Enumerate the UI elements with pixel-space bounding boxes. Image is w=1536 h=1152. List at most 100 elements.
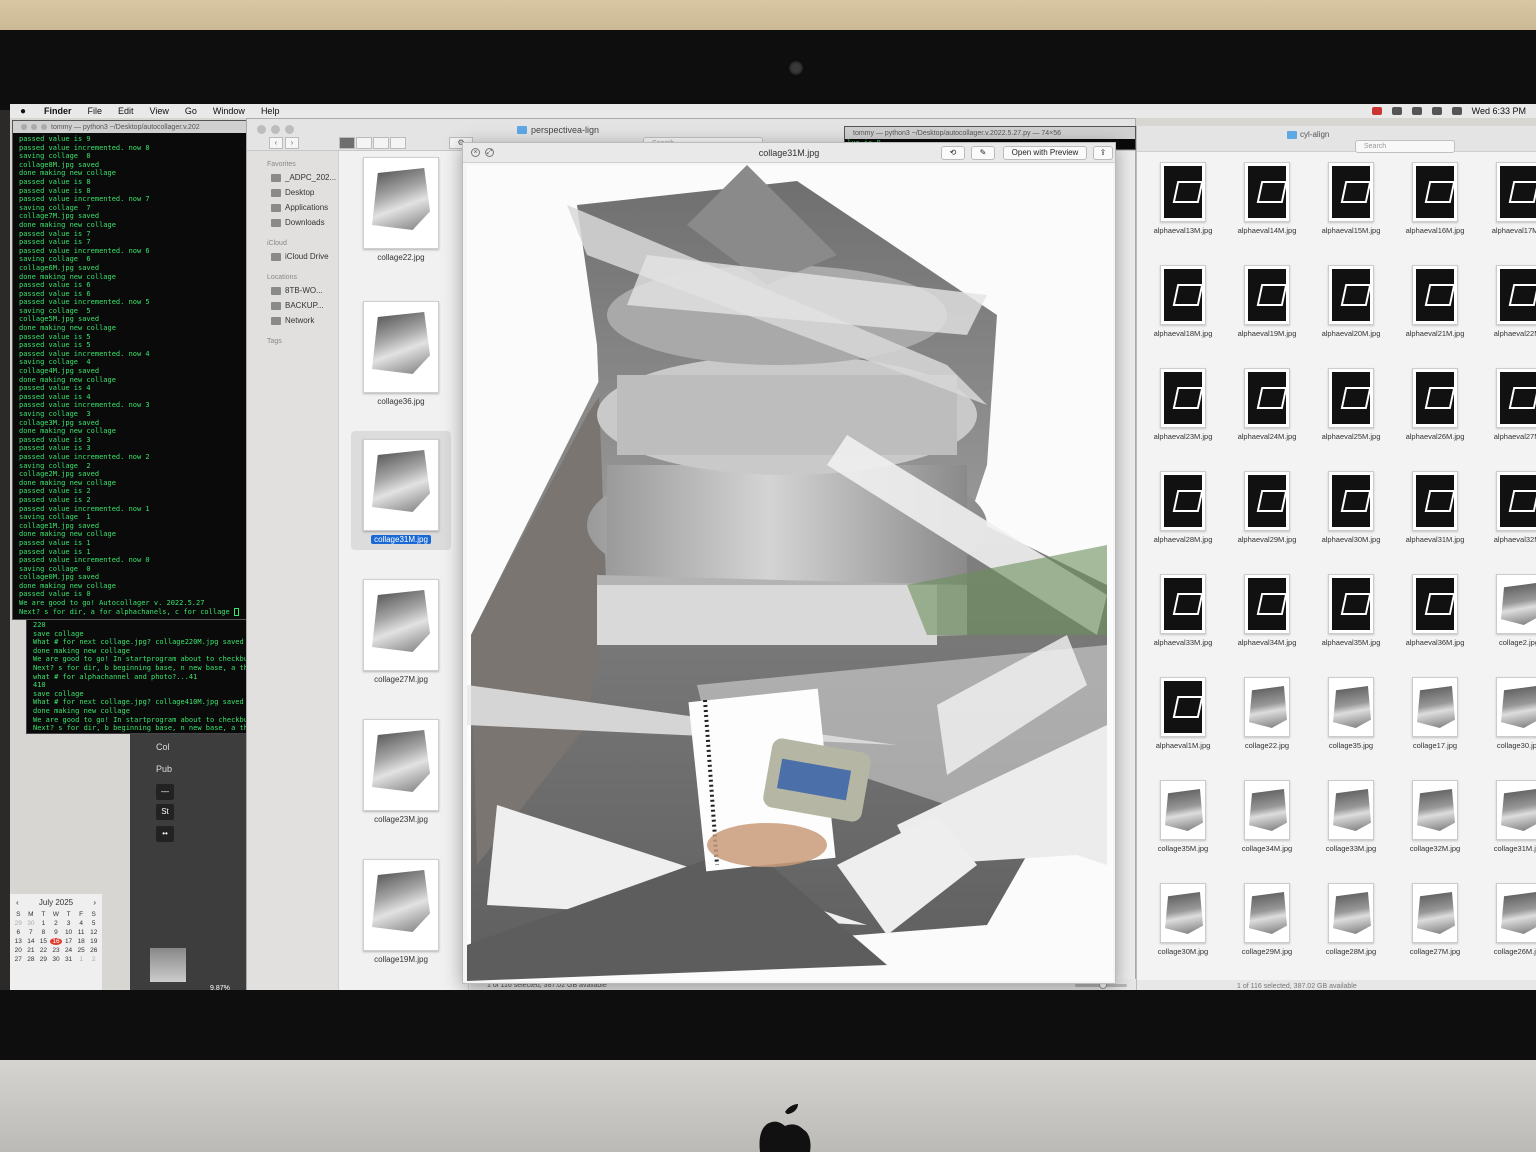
file-tile[interactable]: collage28M.jpg bbox=[1311, 883, 1391, 956]
calendar-day[interactable]: 23 bbox=[50, 947, 63, 954]
file-tile[interactable]: alphaeval36M.jpg bbox=[1395, 574, 1475, 647]
file-tile[interactable]: alphaeval30M.jpg bbox=[1311, 471, 1391, 544]
calendar-day[interactable]: 15 bbox=[37, 938, 50, 945]
menu-file[interactable]: File bbox=[80, 106, 111, 116]
calendar-day[interactable]: 16 bbox=[49, 938, 63, 945]
menubar-clock[interactable]: Wed 6:33 PM bbox=[1472, 106, 1526, 116]
file-tile[interactable]: alphaeval33M.jpg bbox=[1143, 574, 1223, 647]
file-tile[interactable]: alphaeval28M.jpg bbox=[1143, 471, 1223, 544]
calendar-day[interactable]: 24 bbox=[62, 947, 75, 954]
calendar-day[interactable]: 19 bbox=[87, 938, 100, 945]
calendar-day[interactable]: 18 bbox=[75, 938, 88, 945]
calendar-day[interactable]: 21 bbox=[25, 947, 38, 954]
open-with-preview-button[interactable]: Open with Preview bbox=[1003, 146, 1087, 160]
file-item[interactable]: collage27M.jpg bbox=[351, 579, 451, 684]
file-tile[interactable]: collage2.jpg bbox=[1479, 574, 1536, 647]
file-tile[interactable]: alphaeval24M.jpg bbox=[1227, 368, 1307, 441]
file-tile[interactable]: alphaeval26M.jpg bbox=[1395, 368, 1475, 441]
calendar-day[interactable]: 1 bbox=[75, 956, 88, 963]
panel-row-col[interactable]: Col bbox=[156, 742, 170, 752]
calendar-day[interactable]: 22 bbox=[37, 947, 50, 954]
file-tile[interactable]: alphaeval19M.jpg bbox=[1227, 265, 1307, 338]
calendar-day[interactable]: 25 bbox=[75, 947, 88, 954]
calendar-day[interactable]: 4 bbox=[75, 920, 88, 927]
file-tile[interactable]: alphaeval20M.jpg bbox=[1311, 265, 1391, 338]
minimize-icon[interactable] bbox=[271, 125, 280, 134]
calendar-next-icon[interactable]: › bbox=[93, 898, 96, 907]
zoom-icon[interactable] bbox=[285, 125, 294, 134]
sidebar-item-downloads[interactable]: Downloads bbox=[247, 215, 338, 230]
file-tile[interactable]: collage30.jpg bbox=[1479, 677, 1536, 750]
file-tile[interactable]: alphaeval27M.j bbox=[1479, 368, 1536, 441]
file-item[interactable]: collage19M.jpg bbox=[351, 859, 451, 964]
sidebar-item-backup[interactable]: BACKUP... bbox=[247, 298, 338, 313]
calendar-day[interactable]: 13 bbox=[12, 938, 25, 945]
file-tile[interactable]: alphaeval15M.jpg bbox=[1311, 162, 1391, 235]
close-icon[interactable] bbox=[21, 124, 27, 130]
layer-thumbnail[interactable] bbox=[150, 948, 186, 982]
calendar-day[interactable]: 30 bbox=[50, 956, 63, 963]
file-tile[interactable]: alphaeval21M.jpg bbox=[1395, 265, 1475, 338]
column-view-icon[interactable] bbox=[373, 137, 389, 149]
file-tile[interactable]: alphaeval1M.jpg bbox=[1143, 677, 1223, 750]
file-tile[interactable]: collage32M.jpg bbox=[1395, 780, 1475, 853]
file-tile[interactable]: collage33M.jpg bbox=[1311, 780, 1391, 853]
zoom-icon[interactable] bbox=[41, 124, 47, 130]
calendar-day[interactable]: 29 bbox=[12, 920, 25, 927]
file-item[interactable]: collage36.jpg bbox=[351, 301, 451, 406]
search-input[interactable]: Search bbox=[1355, 140, 1455, 153]
calendar-day[interactable]: 29 bbox=[37, 956, 50, 963]
display-icon[interactable] bbox=[1391, 107, 1402, 115]
calendar-day[interactable]: 10 bbox=[62, 929, 75, 936]
calendar-day[interactable]: 6 bbox=[12, 929, 25, 936]
file-tile[interactable]: alphaeval25M.jpg bbox=[1311, 368, 1391, 441]
calendar-day[interactable]: 31 bbox=[62, 956, 75, 963]
calendar-day[interactable]: 2 bbox=[87, 956, 100, 963]
file-tile[interactable]: alphaeval23M.jpg bbox=[1143, 368, 1223, 441]
calendar-day[interactable]: 3 bbox=[62, 920, 75, 927]
markup-icon[interactable]: ✎ bbox=[971, 146, 995, 160]
file-tile[interactable]: collage22.jpg bbox=[1227, 677, 1307, 750]
minimize-icon[interactable] bbox=[31, 124, 37, 130]
sidebar-item-adpc[interactable]: _ADPC_202... bbox=[247, 170, 338, 185]
flickr-icon[interactable]: •• bbox=[156, 826, 174, 842]
file-tile[interactable]: collage31M.jpg bbox=[1479, 780, 1536, 853]
file-item-selected[interactable]: collage31M.jpg bbox=[351, 431, 451, 550]
file-tile[interactable]: alphaeval35M.jpg bbox=[1311, 574, 1391, 647]
file-tile[interactable]: alphaeval31M.jpg bbox=[1395, 471, 1475, 544]
menu-window[interactable]: Window bbox=[205, 106, 253, 116]
calendar-day[interactable]: 30 bbox=[25, 920, 38, 927]
menu-app-name[interactable]: Finder bbox=[36, 106, 80, 116]
panel-row-pub[interactable]: Pub bbox=[156, 764, 172, 774]
sidebar-item-desktop[interactable]: Desktop bbox=[247, 185, 338, 200]
calendar-day[interactable]: 14 bbox=[25, 938, 38, 945]
calendar-day[interactable]: 26 bbox=[87, 947, 100, 954]
icon-size-slider[interactable] bbox=[1075, 981, 1127, 989]
wifi-icon[interactable] bbox=[1431, 107, 1442, 115]
terminal-window-main[interactable]: tommy — python3 ~/Desktop/autocollager.v… bbox=[12, 120, 258, 620]
file-tile[interactable]: collage35.jpg bbox=[1311, 677, 1391, 750]
sidebar-item-8tb[interactable]: 8TB-WO... bbox=[247, 283, 338, 298]
icon-view-icon[interactable] bbox=[339, 137, 355, 149]
file-tile[interactable]: alphaeval18M.jpg bbox=[1143, 265, 1223, 338]
sidebar-item-icloud-drive[interactable]: iCloud Drive bbox=[247, 249, 338, 264]
file-tile[interactable]: alphaeval16M.jpg bbox=[1395, 162, 1475, 235]
share-icon[interactable]: ⇪ bbox=[1093, 146, 1113, 160]
file-tile[interactable]: collage29M.jpg bbox=[1227, 883, 1307, 956]
file-tile[interactable]: collage34M.jpg bbox=[1227, 780, 1307, 853]
list-view-icon[interactable] bbox=[356, 137, 372, 149]
file-tile[interactable]: alphaeval17M.jp bbox=[1479, 162, 1536, 235]
file-tile[interactable]: alphaeval34M.jpg bbox=[1227, 574, 1307, 647]
volume-icon[interactable] bbox=[1451, 107, 1462, 115]
file-tile[interactable]: collage27M.jpg bbox=[1395, 883, 1475, 956]
calendar-day[interactable]: 9 bbox=[50, 929, 63, 936]
menu-help[interactable]: Help bbox=[253, 106, 288, 116]
file-tile[interactable]: alphaeval32M.j bbox=[1479, 471, 1536, 544]
file-tile[interactable]: alphaeval29M.jpg bbox=[1227, 471, 1307, 544]
calendar-day[interactable]: 20 bbox=[12, 947, 25, 954]
rotate-icon[interactable]: ⟲ bbox=[941, 146, 965, 160]
file-tile[interactable]: collage30M.jpg bbox=[1143, 883, 1223, 956]
calendar-day[interactable]: 27 bbox=[12, 956, 25, 963]
forward-icon[interactable]: › bbox=[285, 137, 299, 149]
calendar-day[interactable]: 1 bbox=[37, 920, 50, 927]
